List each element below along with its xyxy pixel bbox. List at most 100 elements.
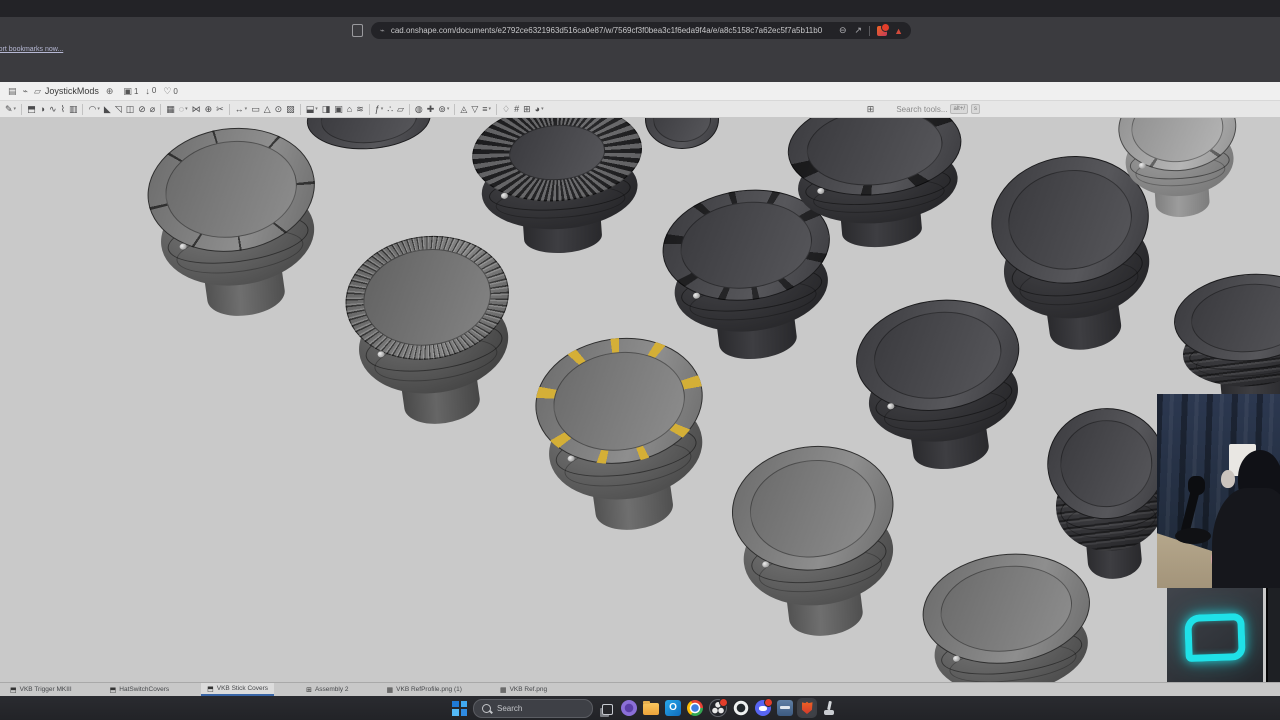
mate-connector-tool-icon[interactable]: ⌂ [347, 104, 352, 114]
knob-ticks-gray[interactable] [139, 118, 332, 331]
knob-slotted-dark[interactable] [783, 118, 971, 257]
knob-cross-light-top-right[interactable] [1115, 118, 1242, 224]
dropdown-caret-icon[interactable]: ▾ [447, 106, 450, 112]
tab-vkb-refprofile-png-1[interactable]: ▦ VKB RefProfile.png (1) [381, 683, 468, 696]
dropdown-caret-icon[interactable]: ▾ [97, 106, 100, 112]
tab-tool-icon[interactable]: ≡ ▾ [482, 104, 492, 114]
export-icon: ↓ [145, 85, 150, 96]
sketch-tool-icon[interactable]: ✎ ▾ [5, 104, 17, 114]
likes-count: 0 [173, 86, 178, 96]
sweep-tool-icon[interactable]: ∿ [49, 104, 57, 114]
tab-vkb-ref-png[interactable]: ▦ VKB Ref.png [494, 683, 553, 696]
dropdown-caret-icon[interactable]: ▾ [185, 106, 188, 112]
rib-tool-icon[interactable]: ◫ [125, 103, 135, 114]
gusset-tool-icon[interactable]: ▽ [471, 104, 478, 114]
fea-tool-icon: ⊞ [523, 103, 531, 114]
extension-shield-icon[interactable] [877, 22, 891, 36]
purple-app-icon[interactable] [621, 700, 637, 716]
hole-tool-icon[interactable]: ⌀ [150, 104, 155, 114]
split-tool-icon[interactable]: ✂ [216, 104, 224, 114]
dropdown-caret-icon[interactable]: ▾ [489, 106, 492, 112]
offset-surface-tool-icon[interactable]: ▭ [251, 104, 260, 114]
replace-face-tool-icon[interactable]: ▧ [286, 104, 295, 114]
url-text[interactable]: cad.onshape.com/documents/e2792ce6321963… [391, 26, 835, 35]
measure-tool-icon[interactable]: ∴ [387, 104, 393, 114]
tab-vkb-stick-covers[interactable]: ⬒ VKB Stick Covers [201, 683, 275, 696]
mass-properties-tool-icon[interactable]: ▱ [397, 104, 404, 114]
sidebar-toggle-icon[interactable] [352, 24, 363, 37]
zoom-out-icon[interactable]: ⊖ [839, 25, 847, 36]
share-link-icon[interactable]: ⌁ [23, 86, 28, 97]
sheet-metal-tool-icon[interactable]: ◍ [415, 104, 423, 114]
render-tool-icon[interactable]: ◕ ▾ [535, 104, 544, 114]
transform-tool-icon[interactable]: ↔ ▾ [235, 104, 248, 114]
doc-stat-export[interactable]: ↓ 0 [145, 86, 156, 96]
task-view-icon[interactable] [599, 700, 615, 716]
point-tool-icon[interactable]: ▣ [334, 104, 343, 114]
doc-stat-copies[interactable]: ▣ 1 [123, 86, 138, 97]
knob-arc-top-mid[interactable] [645, 118, 719, 182]
revolve-tool-icon[interactable]: ◑ [40, 104, 45, 114]
share-icon[interactable]: ↗ [855, 25, 863, 36]
appearance-tool-icon[interactable]: ♢ [502, 104, 510, 114]
tab-assembly-2[interactable]: ⊞ Assembly 2 [300, 683, 354, 696]
part-studio-3d-viewport[interactable] [0, 118, 1280, 682]
start-button-icon[interactable] [452, 700, 467, 716]
knob-ringed-behind-cam[interactable] [1042, 403, 1176, 587]
dark-circle-app-icon[interactable] [733, 700, 749, 716]
taskbar-search-box[interactable]: Search [473, 698, 593, 718]
dropdown-caret-icon[interactable]: ▾ [541, 106, 544, 112]
folder-icon[interactable]: ▱ [34, 86, 41, 97]
frame-tool-icon[interactable]: ◬ [460, 104, 467, 114]
document-title[interactable]: JoystickMods [45, 86, 99, 96]
draft-tool-icon[interactable]: ◹ [115, 104, 122, 114]
blue-square-app-icon[interactable] [777, 700, 793, 716]
dropdown-caret-icon[interactable]: ▾ [315, 106, 318, 112]
discord-icon[interactable] [755, 698, 773, 716]
brave-icon[interactable] [799, 700, 815, 716]
knob-arc-top-left[interactable] [304, 118, 435, 188]
knob-plain-gray-low[interactable] [724, 436, 909, 649]
variable-tool-icon[interactable]: ƒ ▾ [375, 104, 384, 114]
import-bookmarks-link[interactable]: Import bookmarks now... [0, 46, 63, 53]
rib-tool-icon: ◫ [125, 103, 135, 114]
tab-hatswitchcovers[interactable]: ⬒ HatSwitchCovers [104, 683, 175, 696]
dropdown-caret-icon[interactable]: ▾ [14, 106, 17, 112]
obs-icon[interactable] [709, 698, 728, 717]
linear-pattern-tool-icon[interactable]: ▦ [166, 104, 175, 114]
dropdown-caret-icon[interactable]: ▾ [245, 106, 248, 112]
tab-vkb-trigger-mkiii[interactable]: ⬒ VKB Trigger MKIII [4, 683, 78, 696]
chamfer-tool-icon[interactable]: ◣ [104, 104, 111, 114]
configurations-tool-icon[interactable]: # [514, 104, 519, 114]
chrome-icon[interactable] [687, 700, 703, 716]
doc-stat-likes[interactable]: ♡ 0 [163, 86, 178, 97]
loft-tool-icon[interactable]: ⌇ [61, 104, 65, 114]
site-settings-icon[interactable]: ⌁ [380, 26, 385, 35]
move-face-tool-icon[interactable]: ⊙ [275, 104, 283, 114]
joystick-app-icon[interactable] [821, 700, 837, 716]
outlook-icon[interactable] [665, 700, 681, 716]
mirror-tool-icon[interactable]: ⋈ [192, 104, 201, 114]
knob-gold-bumps-knob[interactable] [527, 327, 721, 544]
delete-face-tool-icon[interactable]: △ [264, 104, 271, 114]
bend-tool-icon[interactable]: ⊚ ▾ [438, 104, 450, 114]
helix-tool-icon[interactable]: ≋ [356, 104, 364, 114]
file-explorer-icon[interactable] [643, 701, 659, 715]
fillet-tool-icon[interactable]: ◠ ▾ [88, 104, 100, 114]
dropdown-caret-icon[interactable]: ▾ [381, 106, 384, 112]
circular-pattern-tool-icon[interactable]: ◌ ▾ [179, 104, 188, 114]
shell-tool-icon[interactable]: ⊘ [138, 104, 146, 114]
address-bar[interactable]: ⌁ cad.onshape.com/documents/e2792ce63219… [371, 22, 911, 39]
boolean-tool-icon[interactable]: ⊕ [205, 104, 213, 114]
flange-tool-icon[interactable]: ✚ [427, 104, 435, 114]
warning-triangle-icon[interactable]: ▲ [894, 26, 903, 36]
plane-tool-icon[interactable]: ⬓ ▾ [306, 104, 318, 114]
custom-feature-plus-icon[interactable]: ⊞ [867, 104, 875, 115]
fea-tool-icon[interactable]: ⊞ [523, 103, 531, 114]
axis-tool-icon[interactable]: ◨ [322, 104, 331, 114]
extrude-tool-icon[interactable]: ⬒ [27, 104, 36, 114]
search-tools-label[interactable]: Search tools... [896, 105, 947, 114]
thicken-tool-icon[interactable]: ▥ [69, 104, 78, 114]
document-page-icon[interactable]: ▤ [8, 86, 17, 97]
knob-knurled-gray[interactable] [337, 225, 526, 439]
